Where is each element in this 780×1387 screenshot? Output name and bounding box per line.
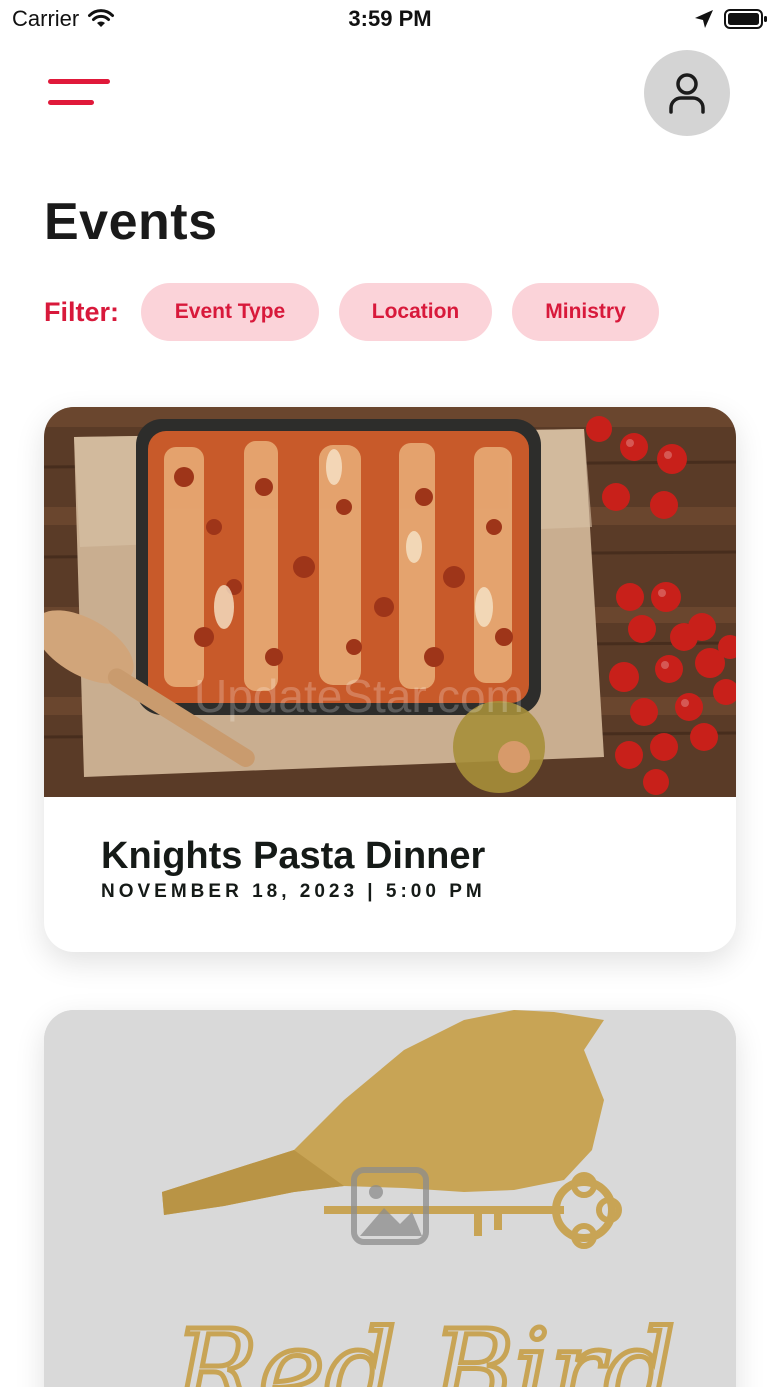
image-watermark: UpdateStar.com [194, 670, 524, 722]
filter-chip-event-type[interactable]: Event Type [141, 283, 320, 341]
location-arrow-icon [695, 10, 713, 28]
page-title: Events [44, 193, 218, 251]
event-title: Knights Pasta Dinner [101, 835, 486, 877]
event-card[interactable]: UpdateStar.com Knights Pasta Dinner NOVE… [44, 407, 736, 952]
event-date: NOVEMBER 18, 2023 | 5:00 PM [101, 881, 486, 902]
status-right [694, 8, 768, 30]
user-icon [669, 73, 705, 114]
logo-lettering: Red Bird [172, 1307, 675, 1387]
filter-row: Filter: Event Type Location Ministry [44, 283, 679, 341]
event-card[interactable]: Red Bird [44, 1010, 736, 1387]
battery-icon [724, 9, 767, 29]
event-image-lasagna: UpdateStar.com [44, 407, 736, 797]
filter-chip-location[interactable]: Location [339, 283, 493, 341]
status-bar: Carrier 3:59 PM [0, 0, 780, 40]
filter-label: Filter: [44, 296, 120, 327]
filter-chip-ministry[interactable]: Ministry [512, 283, 660, 341]
profile-button[interactable] [644, 50, 730, 136]
event-image-red-bird-logo: Red Bird [44, 1010, 736, 1387]
menu-button[interactable] [48, 78, 112, 110]
status-time: 3:59 PM [348, 6, 432, 31]
